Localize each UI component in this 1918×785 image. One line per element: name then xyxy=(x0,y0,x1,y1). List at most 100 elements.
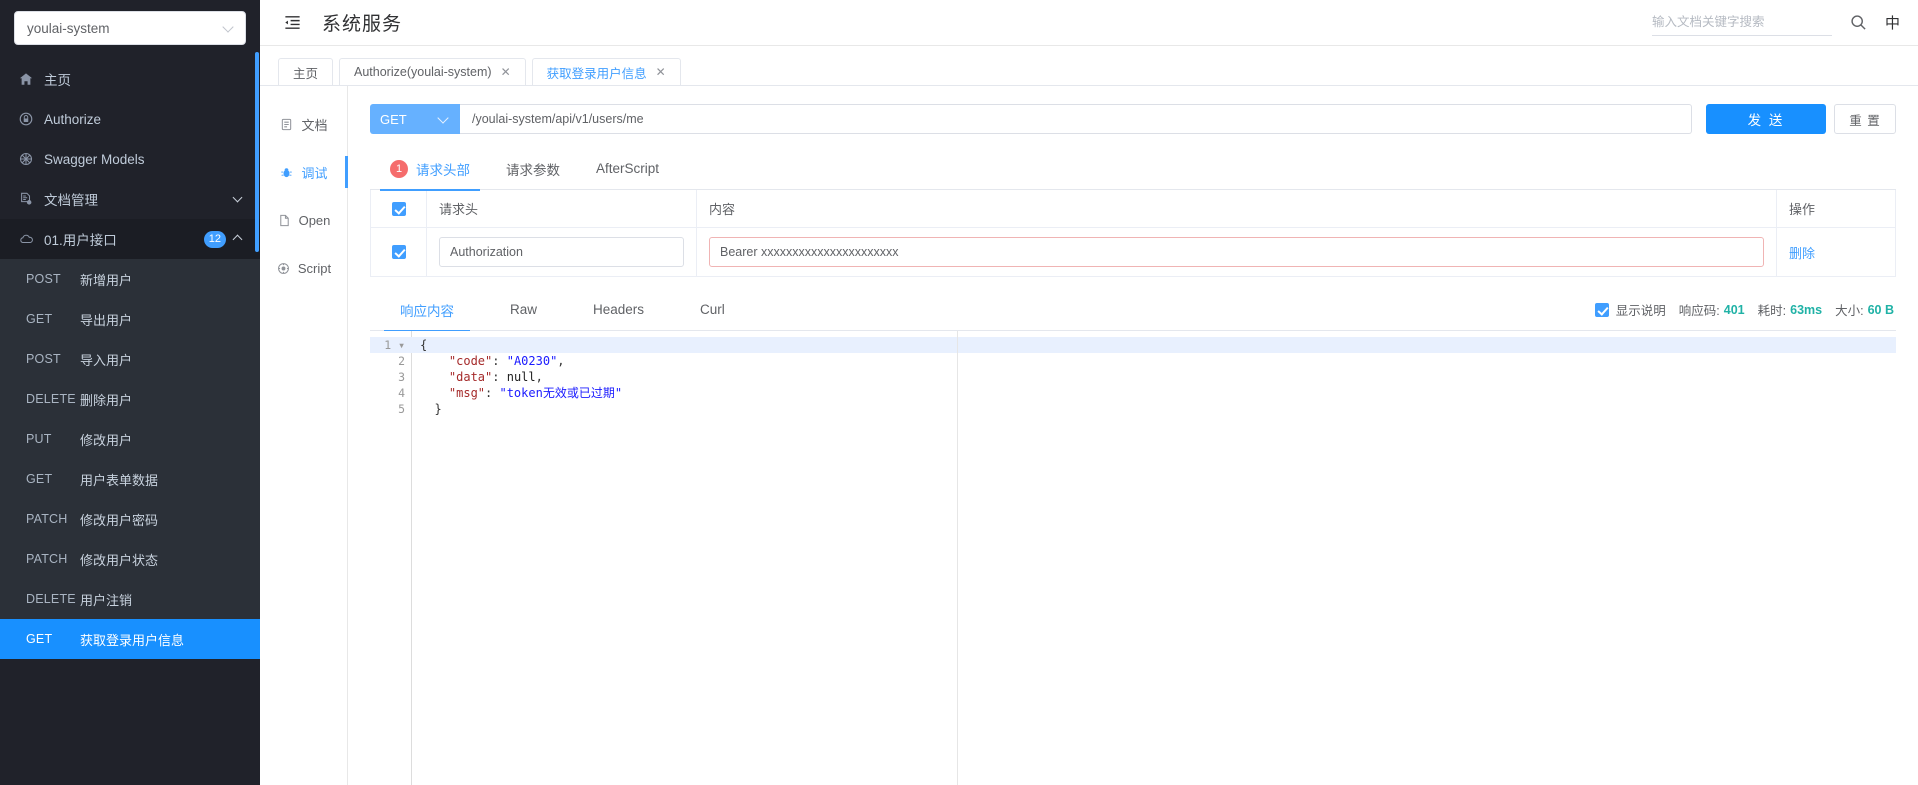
sidebar-api-item[interactable]: DELETE 用户注销 xyxy=(0,579,260,619)
sidebar-item-swagger-models[interactable]: Swagger Models xyxy=(0,139,260,179)
sidebar-item-doc-management-label: 文档管理 xyxy=(44,193,98,208)
topbar-right: 中 xyxy=(1651,10,1900,36)
tab-label: 获取登录用户信息 xyxy=(546,66,647,81)
editor-gutter: 1 ▾ 2 3 4 5 xyxy=(370,331,412,785)
subnav-label: 调试 xyxy=(301,165,328,181)
chevron-up-icon[interactable] xyxy=(234,234,244,244)
tab-response-curl[interactable]: Curl xyxy=(672,289,753,331)
sidebar-item-home[interactable]: 主页 xyxy=(0,59,260,99)
home-icon xyxy=(18,71,34,87)
row-key-cell xyxy=(427,228,697,276)
tab-request-headers[interactable]: 1 请求头部 xyxy=(372,148,488,191)
request-url-input[interactable] xyxy=(460,104,1692,134)
search-input[interactable] xyxy=(1651,15,1832,29)
send-button[interactable]: 发 送 xyxy=(1706,104,1826,134)
chevron-down-icon xyxy=(223,22,235,34)
status-code-value: 401 xyxy=(1723,302,1745,317)
select-all-checkbox[interactable] xyxy=(391,201,406,216)
row-value-cell xyxy=(697,228,1777,276)
project-select[interactable]: youlai-system xyxy=(14,11,246,45)
editor-code-area[interactable]: { "code": "A0230", "data": null, "msg": … xyxy=(412,331,1896,785)
api-method: PUT xyxy=(26,432,52,446)
header-value-input[interactable] xyxy=(709,237,1764,267)
tab-label: 请求参数 xyxy=(506,162,560,178)
tab-get-login-user-info[interactable]: 获取登录用户信息 ✕ xyxy=(531,58,681,86)
sidebar-api-item[interactable]: POST 新增用户 xyxy=(0,259,260,299)
select-all-cell xyxy=(371,190,427,227)
topbar: 系统服务 中 xyxy=(260,0,1918,46)
response-code-editor[interactable]: 1 ▾ 2 3 4 5 { "code": "A0230", "data": null,… xyxy=(370,331,1896,785)
search-icon[interactable] xyxy=(1850,14,1867,31)
sidebar-api-item[interactable]: GET 导出用户 xyxy=(0,299,260,339)
sidebar-api-item-active[interactable]: GET 获取登录用户信息 xyxy=(0,619,260,659)
subnav-item-open[interactable]: Open xyxy=(260,196,347,244)
sidebar-item-authorize[interactable]: Authorize xyxy=(0,99,260,139)
code-token: : xyxy=(492,354,507,368)
elapsed-time-label: 耗时: xyxy=(1757,304,1787,318)
tab-response-headers[interactable]: Headers xyxy=(565,289,672,331)
sidebar-item-doc-management[interactable]: 文档管理 xyxy=(0,179,260,219)
http-method-value: GET xyxy=(380,111,407,127)
tab-label: AfterScript xyxy=(596,161,660,176)
reset-button[interactable]: 重 置 xyxy=(1834,104,1896,134)
chevron-down-icon[interactable] xyxy=(234,194,244,204)
sidebar-api-item[interactable]: GET 用户表单数据 xyxy=(0,459,260,499)
api-name: 修改用户状态 xyxy=(80,552,159,568)
tab-home[interactable]: 主页 xyxy=(278,58,334,86)
api-name: 修改用户密码 xyxy=(80,512,159,528)
row-checkbox[interactable] xyxy=(391,245,406,259)
tab-response-body[interactable]: 响应内容 xyxy=(372,289,482,332)
tab-label: Headers xyxy=(593,302,645,317)
main-area: 系统服务 中 主页 Authorize(youlai-system) ✕ 获取登… xyxy=(260,0,1918,785)
sidebar-api-item[interactable]: PATCH 修改用户状态 xyxy=(0,539,260,579)
tab-request-params[interactable]: 请求参数 xyxy=(488,148,578,190)
sub-navigation: 文档 调试 Open Script xyxy=(260,86,348,785)
table-row: 删除 xyxy=(371,228,1895,276)
sidebar-item-home-label: 主页 xyxy=(44,73,71,88)
sidebar-item-user-api-group[interactable]: 01.用户接口 12 xyxy=(0,219,260,259)
api-name: 新增用户 xyxy=(80,272,133,288)
tab-authorize[interactable]: Authorize(youlai-system) ✕ xyxy=(339,58,526,86)
language-toggle[interactable]: 中 xyxy=(1885,12,1900,33)
editor-line-number: 1 ▾ xyxy=(384,338,405,352)
editor-code-line: "code": "A0230", xyxy=(412,353,1896,369)
tab-response-raw[interactable]: Raw xyxy=(482,289,565,331)
document-icon xyxy=(279,117,294,132)
sidebar-api-item[interactable]: POST 导入用户 xyxy=(0,339,260,379)
column-header-action: 操作 xyxy=(1777,190,1895,227)
api-method: DELETE xyxy=(26,392,76,406)
close-icon[interactable]: ✕ xyxy=(656,66,666,78)
column-label: 操作 xyxy=(1789,202,1816,217)
file-icon xyxy=(277,213,292,228)
tab-label: 响应内容 xyxy=(400,303,454,319)
api-method: POST xyxy=(26,272,61,286)
sidebar-api-item[interactable]: DELETE 删除用户 xyxy=(0,379,260,419)
cloud-icon xyxy=(18,231,34,247)
api-name: 获取登录用户信息 xyxy=(80,632,185,648)
response-size-group: 大小: 60 B xyxy=(1835,300,1894,319)
sidebar-scrollbar[interactable] xyxy=(255,52,259,252)
http-method-select[interactable]: GET xyxy=(370,104,460,134)
sidebar-api-item[interactable]: PUT 修改用户 xyxy=(0,419,260,459)
tab-after-script[interactable]: AfterScript xyxy=(578,148,677,190)
delete-row-button[interactable]: 删除 xyxy=(1789,243,1815,262)
subnav-item-debug[interactable]: 调试 xyxy=(260,148,348,196)
subnav-item-document[interactable]: 文档 xyxy=(260,100,347,148)
sidebar-group-badge: 12 xyxy=(203,230,226,248)
editor-code-line: "data": null, xyxy=(412,369,1896,385)
script-icon xyxy=(276,261,291,276)
code-token: { xyxy=(420,338,428,352)
subnav-item-script[interactable]: Script xyxy=(260,244,347,292)
menu-fold-icon[interactable] xyxy=(282,13,302,33)
close-icon[interactable]: ✕ xyxy=(501,66,511,78)
api-method: POST xyxy=(26,352,61,366)
search-box[interactable] xyxy=(1651,10,1832,36)
editor-line-number: 4 xyxy=(398,386,405,400)
code-token: : xyxy=(485,386,500,400)
editor-code-line: } xyxy=(412,401,1896,417)
header-key-input[interactable] xyxy=(439,237,684,267)
sidebar-api-item[interactable]: PATCH 修改用户密码 xyxy=(0,499,260,539)
show-description-checkbox[interactable] xyxy=(1594,302,1609,317)
